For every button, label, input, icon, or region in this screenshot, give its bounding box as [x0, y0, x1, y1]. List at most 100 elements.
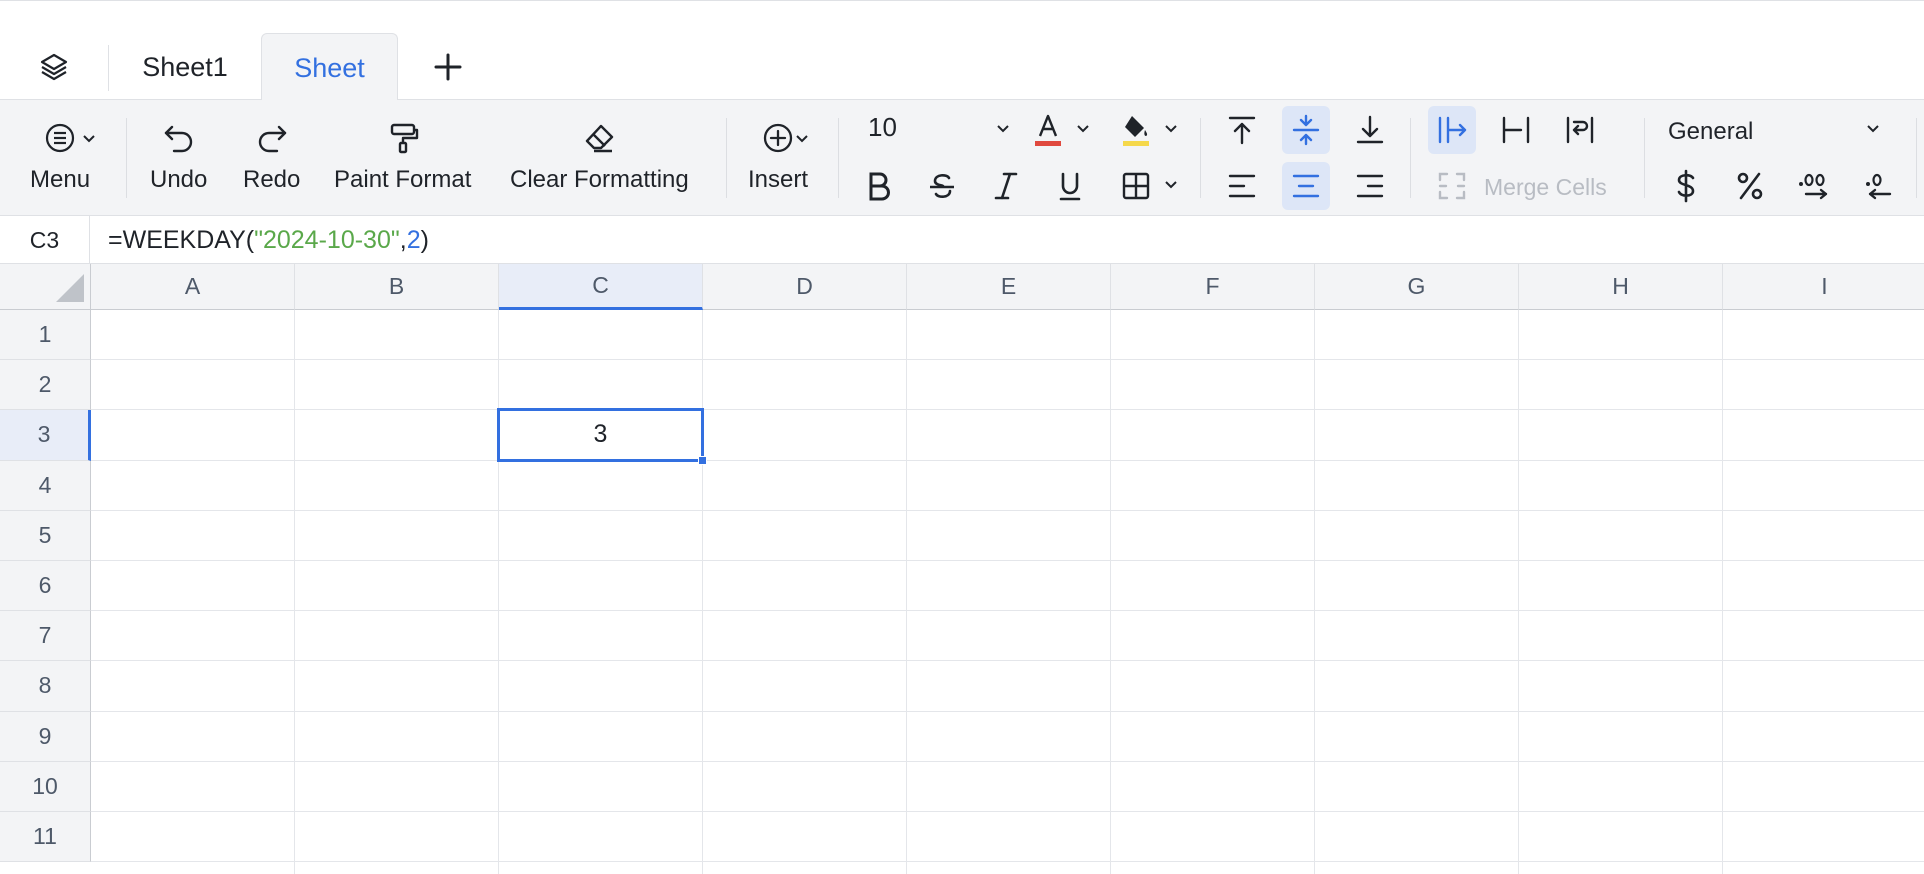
column-gridline [906, 310, 907, 874]
merge-cells-label: Merge Cells [1484, 174, 1607, 200]
align-bottom-icon [1356, 115, 1384, 144]
row-header-2[interactable]: 2 [0, 360, 91, 411]
row-header-10[interactable]: 10 [0, 761, 91, 812]
tab-divider [108, 45, 109, 91]
increase-decimal-icon [1799, 173, 1828, 200]
percent-button[interactable] [1726, 162, 1774, 210]
bold-button[interactable] [854, 162, 902, 210]
undo-button[interactable]: Undo [150, 116, 207, 194]
undo-label: Undo [150, 166, 208, 193]
redo-icon [255, 116, 289, 160]
number-format-chevron-down-icon[interactable] [1866, 124, 1880, 134]
underline-icon [1059, 172, 1081, 201]
number-format-select[interactable]: General [1668, 118, 1753, 146]
align-middle-button[interactable] [1282, 106, 1330, 154]
column-gridline [294, 310, 295, 874]
insert-chevron-down-icon[interactable] [795, 134, 809, 144]
align-middle-icon [1292, 114, 1320, 146]
clear-formatting-label: Clear Formatting [510, 166, 689, 193]
row-header-4[interactable]: 4 [0, 460, 91, 511]
toolbar-divider [1916, 118, 1917, 198]
toolbar-divider [1410, 118, 1411, 198]
row-header-1[interactable]: 1 [0, 310, 91, 361]
fill-color-chevron-down-icon[interactable] [1164, 124, 1178, 134]
borders-button[interactable] [1112, 162, 1160, 210]
row-header-3[interactable]: 3 [0, 410, 91, 461]
tab-sheet1[interactable]: Sheet1 [110, 33, 260, 101]
align-center-icon [1292, 174, 1320, 198]
font-size-select[interactable]: 10 [868, 112, 897, 143]
column-header-d[interactable]: D [703, 264, 907, 310]
strikethrough-button[interactable] [918, 162, 966, 210]
column-gridline [1722, 310, 1723, 874]
align-top-button[interactable] [1218, 106, 1266, 154]
formula-bar: C3 =WEEKDAY("2024-10-30", 2) [0, 216, 1924, 264]
borders-chevron-down-icon[interactable] [1164, 180, 1178, 190]
column-header-e[interactable]: E [907, 264, 1111, 310]
row-gridline [91, 610, 1924, 612]
strikethrough-icon [930, 174, 954, 198]
text-clip-button[interactable] [1492, 106, 1540, 154]
paint-format-button[interactable]: Paint Format [334, 116, 471, 194]
paint-roller-icon [386, 116, 420, 160]
row-header-7[interactable]: 7 [0, 611, 91, 662]
formula-input[interactable]: =WEEKDAY("2024-10-30", 2) [108, 216, 429, 264]
row-header-9[interactable]: 9 [0, 711, 91, 762]
plus-circle-icon [760, 116, 796, 160]
column-header-b[interactable]: B [295, 264, 499, 310]
formula-comma: , [399, 225, 407, 254]
selected-cell-c3[interactable]: 3 [497, 408, 704, 462]
row-gridline [91, 409, 1924, 411]
row-header-8[interactable]: 8 [0, 661, 91, 712]
currency-button[interactable] [1662, 162, 1710, 210]
row-gridline [91, 710, 1924, 712]
insert-button[interactable]: Insert [748, 116, 808, 194]
align-right-button[interactable] [1346, 162, 1394, 210]
menu-chevron-down-icon[interactable] [82, 134, 96, 144]
column-header-a[interactable]: A [91, 264, 295, 310]
decrease-decimal-button[interactable] [1854, 162, 1902, 210]
menu-button[interactable]: Menu [30, 116, 90, 194]
column-gridline [498, 310, 499, 874]
tab-sheet[interactable]: Sheet [261, 33, 398, 102]
text-overflow-button[interactable] [1428, 106, 1476, 154]
column-header-c[interactable]: C [499, 264, 703, 310]
cell-reference[interactable]: C3 [0, 216, 90, 264]
toolbar-divider [1200, 118, 1201, 198]
fill-color-button[interactable] [1112, 106, 1160, 154]
column-header-h[interactable]: H [1519, 264, 1723, 310]
column-header-g[interactable]: G [1315, 264, 1519, 310]
redo-label: Redo [243, 166, 301, 193]
text-wrap-button[interactable] [1556, 106, 1604, 154]
row-header-5[interactable]: 5 [0, 510, 91, 561]
align-bottom-button[interactable] [1346, 106, 1394, 154]
row-gridline [91, 459, 1924, 461]
align-center-button[interactable] [1282, 162, 1330, 210]
clear-formatting-button[interactable]: Clear Formatting [510, 116, 689, 194]
underline-button[interactable] [1046, 162, 1094, 210]
merge-cells-button[interactable] [1428, 162, 1476, 210]
italic-button[interactable] [982, 162, 1030, 210]
text-color-chevron-down-icon[interactable] [1076, 124, 1090, 134]
select-all-corner[interactable] [0, 264, 91, 310]
paint-bucket-icon [1123, 116, 1149, 146]
increase-decimal-button[interactable] [1790, 162, 1838, 210]
merge-cells-icon [1438, 172, 1466, 200]
row-header-6[interactable]: 6 [0, 561, 91, 612]
borders-icon [1122, 172, 1150, 200]
align-right-icon [1356, 174, 1384, 198]
font-size-chevron-down-icon[interactable] [996, 124, 1010, 134]
toolbar-divider [726, 118, 727, 198]
percent-icon [1737, 172, 1763, 200]
column-header-i[interactable]: I [1723, 264, 1924, 310]
row-gridline [91, 861, 1924, 863]
column-header-f[interactable]: F [1111, 264, 1315, 310]
layers-icon[interactable] [34, 47, 74, 87]
spreadsheet-grid[interactable]: ABCDEFGHI 1 2 3 4 5 6 7 8 9 10 11 3 [0, 264, 1924, 874]
text-color-button[interactable] [1024, 106, 1072, 154]
fill-handle[interactable] [698, 455, 707, 465]
redo-button[interactable]: Redo [243, 116, 300, 194]
add-sheet-icon[interactable] [428, 47, 468, 87]
align-left-button[interactable] [1218, 162, 1266, 210]
row-header-11[interactable]: 11 [0, 812, 91, 863]
